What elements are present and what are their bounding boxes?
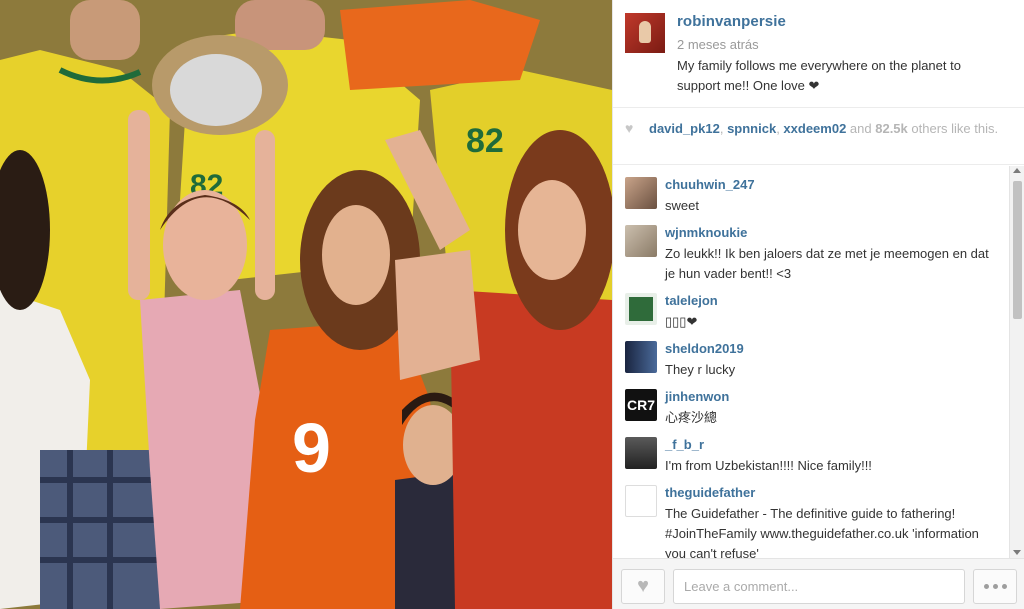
post-header: robinvanpersie 2 meses atrás My family f… bbox=[613, 0, 1024, 108]
commenter-username[interactable]: wjnmknoukie bbox=[665, 225, 747, 240]
like-button[interactable]: ♥ bbox=[621, 569, 665, 604]
post-photo: 82 82 9 bbox=[0, 0, 612, 609]
svg-text:9: 9 bbox=[292, 409, 331, 487]
comment-text: 心疼沙總 bbox=[665, 410, 718, 425]
dot-icon bbox=[992, 584, 998, 589]
scroll-up-arrow-icon[interactable] bbox=[1013, 168, 1021, 173]
commenter-username[interactable]: chuuhwin_247 bbox=[665, 177, 755, 192]
liker-link[interactable]: spnnick bbox=[727, 121, 776, 136]
likes-separator: , bbox=[719, 121, 728, 136]
likes-section: ♥ david_pk12, spnnick, xxdeem02 and 82.5… bbox=[613, 108, 1024, 165]
photo-illustration: 82 82 9 bbox=[0, 0, 612, 609]
liker-link[interactable]: xxdeem02 bbox=[783, 121, 846, 136]
scroll-thumb[interactable] bbox=[1013, 181, 1022, 319]
commenter-avatar[interactable] bbox=[625, 485, 657, 517]
comment-text: ▯▯▯❤ bbox=[665, 314, 698, 329]
owner-username[interactable]: robinvanpersie bbox=[677, 13, 786, 30]
comment-text: The Guidefather - The definitive guide t… bbox=[665, 506, 979, 558]
post-timestamp[interactable]: 2 meses atrás bbox=[677, 37, 759, 52]
commenter-avatar[interactable] bbox=[625, 341, 657, 373]
more-options-button[interactable] bbox=[973, 569, 1017, 604]
svg-text:82: 82 bbox=[466, 122, 504, 160]
comment-text: I'm from Uzbekistan!!!! Nice family!!! bbox=[665, 458, 872, 473]
commenter-avatar[interactable]: CR7 bbox=[625, 389, 657, 421]
liker-link[interactable]: david_pk12 bbox=[649, 121, 720, 136]
comment-text: They r lucky bbox=[665, 362, 736, 377]
commenter-username[interactable]: _f_b_r bbox=[665, 437, 704, 452]
heart-icon: ♥ bbox=[625, 120, 634, 136]
comment-text: sweet bbox=[665, 198, 699, 213]
comments-scrollbar[interactable] bbox=[1009, 166, 1024, 558]
commenter-username[interactable]: jinhenwon bbox=[665, 389, 729, 404]
likes-suffix: others like this. bbox=[907, 121, 999, 136]
post-caption: My family follows me everywhere on the p… bbox=[677, 58, 961, 93]
dot-icon bbox=[983, 584, 989, 589]
comment-input[interactable] bbox=[673, 569, 965, 604]
commenter-avatar[interactable] bbox=[625, 177, 657, 209]
likes-count[interactable]: 82.5k bbox=[875, 121, 908, 136]
commenter-avatar[interactable] bbox=[625, 293, 657, 325]
comments-list[interactable]: chuuhwin_247 sweet wjnmknoukie Zo leukk!… bbox=[613, 166, 1009, 558]
commenter-avatar[interactable] bbox=[625, 437, 657, 469]
commenter-avatar[interactable] bbox=[625, 225, 657, 257]
dot-icon bbox=[1001, 584, 1007, 589]
commenter-username[interactable]: talelejon bbox=[665, 293, 718, 308]
commenter-username[interactable]: sheldon2019 bbox=[665, 341, 744, 356]
comment-text: Zo leukk!! Ik ben jaloers dat ze met je … bbox=[665, 246, 989, 281]
post-details-panel: robinvanpersie 2 meses atrás My family f… bbox=[612, 0, 1024, 609]
scroll-down-arrow-icon[interactable] bbox=[1013, 550, 1021, 555]
commenter-username[interactable]: theguidefather bbox=[665, 485, 755, 500]
owner-avatar[interactable] bbox=[625, 13, 665, 53]
likes-and: and bbox=[846, 121, 876, 136]
heart-icon: ♥ bbox=[637, 575, 649, 597]
likes-summary: david_pk12, spnnick, xxdeem02 and 82.5k … bbox=[649, 120, 999, 137]
comment-bar: ♥ bbox=[613, 558, 1024, 609]
